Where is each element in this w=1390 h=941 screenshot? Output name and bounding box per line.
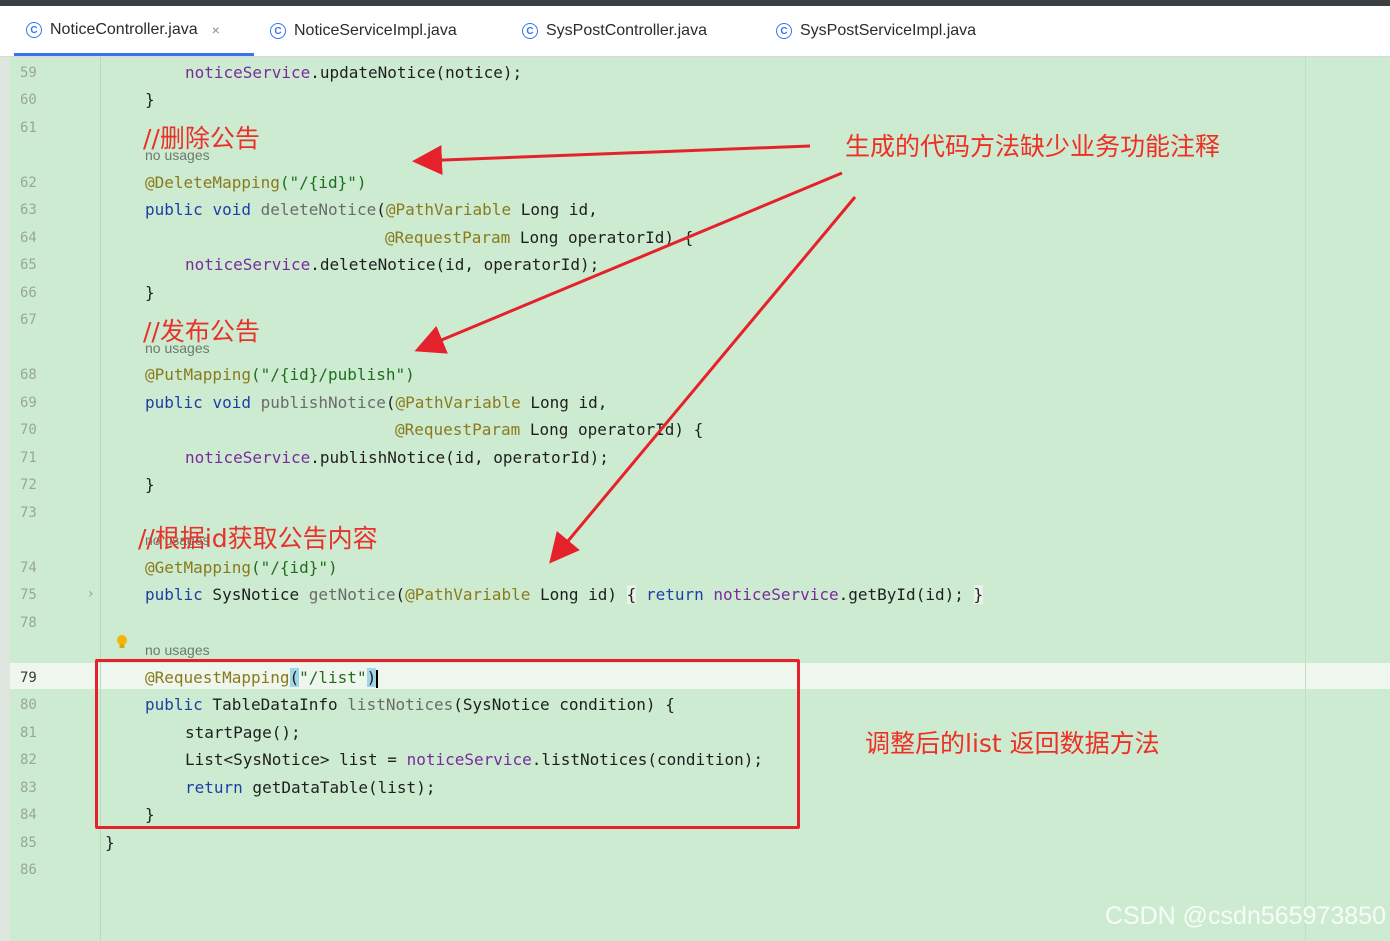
tab-syspost-controller[interactable]: C SysPostController.java [522, 6, 707, 56]
csdn-watermark: CSDN @csdn565973850 [1104, 902, 1386, 930]
tab-label: SysPostController.java [546, 22, 707, 39]
code-editor[interactable]: 59 60 61 62 63 64 65 66 67 68 69 70 71 7… [0, 57, 1390, 941]
class-icon: C [26, 21, 42, 38]
tab-label: NoticeController.java [50, 20, 198, 38]
tab-notice-service-impl[interactable]: C NoticeServiceImpl.java [270, 6, 457, 56]
tab-label: NoticeServiceImpl.java [294, 22, 457, 39]
editor-tab-bar: C NoticeController.java × C NoticeServic… [0, 6, 1390, 57]
tab-label: SysPostServiceImpl.java [800, 22, 977, 39]
tab-syspost-service-impl[interactable]: C SysPostServiceImpl.java [776, 6, 976, 56]
close-icon[interactable]: × [212, 22, 220, 38]
annotation-arrows [412, 144, 857, 564]
arrow-to-get [549, 196, 857, 564]
arrow-to-delete [412, 144, 811, 176]
class-icon: C [776, 23, 792, 39]
class-icon: C [270, 23, 286, 39]
tab-notice-controller[interactable]: C NoticeController.java × [14, 6, 254, 56]
class-icon: C [522, 23, 538, 39]
arrow-to-publish [414, 171, 843, 354]
